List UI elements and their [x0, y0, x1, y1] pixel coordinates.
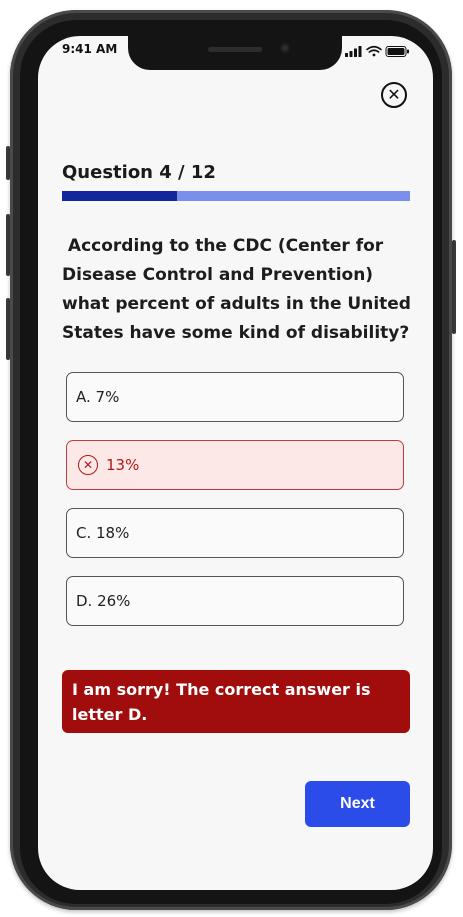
power-button — [452, 240, 456, 334]
option-a[interactable]: A. 7% — [66, 372, 404, 422]
camera — [280, 43, 290, 53]
close-icon: ✕ — [387, 85, 401, 104]
signal-icon — [345, 46, 362, 57]
option-b-incorrect[interactable]: ✕ 13% — [66, 440, 404, 490]
question-text: According to the CDC (Center for Disease… — [62, 236, 417, 343]
status-icons — [345, 43, 411, 57]
x-circle-icon: ✕ — [78, 455, 98, 475]
battery-icon — [385, 46, 409, 57]
wifi-icon — [366, 45, 382, 57]
speaker — [208, 47, 262, 52]
option-label: 13% — [106, 456, 140, 474]
next-button[interactable]: Next — [305, 781, 410, 827]
feedback-banner: I am sorry! The correct answer is letter… — [62, 670, 410, 733]
status-time: 9:41 AM — [62, 42, 118, 56]
option-label: D. 26% — [76, 592, 131, 610]
close-button[interactable]: ✕ — [381, 82, 407, 108]
progress-bar — [62, 191, 410, 201]
option-c[interactable]: C. 18% — [66, 508, 404, 558]
question-counter: Question 4 / 12 — [62, 162, 216, 183]
notch — [128, 36, 342, 70]
option-label: C. 18% — [76, 524, 130, 542]
feedback-text: I am sorry! The correct answer is letter… — [72, 680, 371, 724]
progress-fill — [62, 191, 177, 201]
option-label: A. 7% — [76, 388, 120, 406]
app-screen: 9:41 AM ✕ Question 4 / 12 According to t… — [38, 36, 433, 890]
option-d[interactable]: D. 26% — [66, 576, 404, 626]
